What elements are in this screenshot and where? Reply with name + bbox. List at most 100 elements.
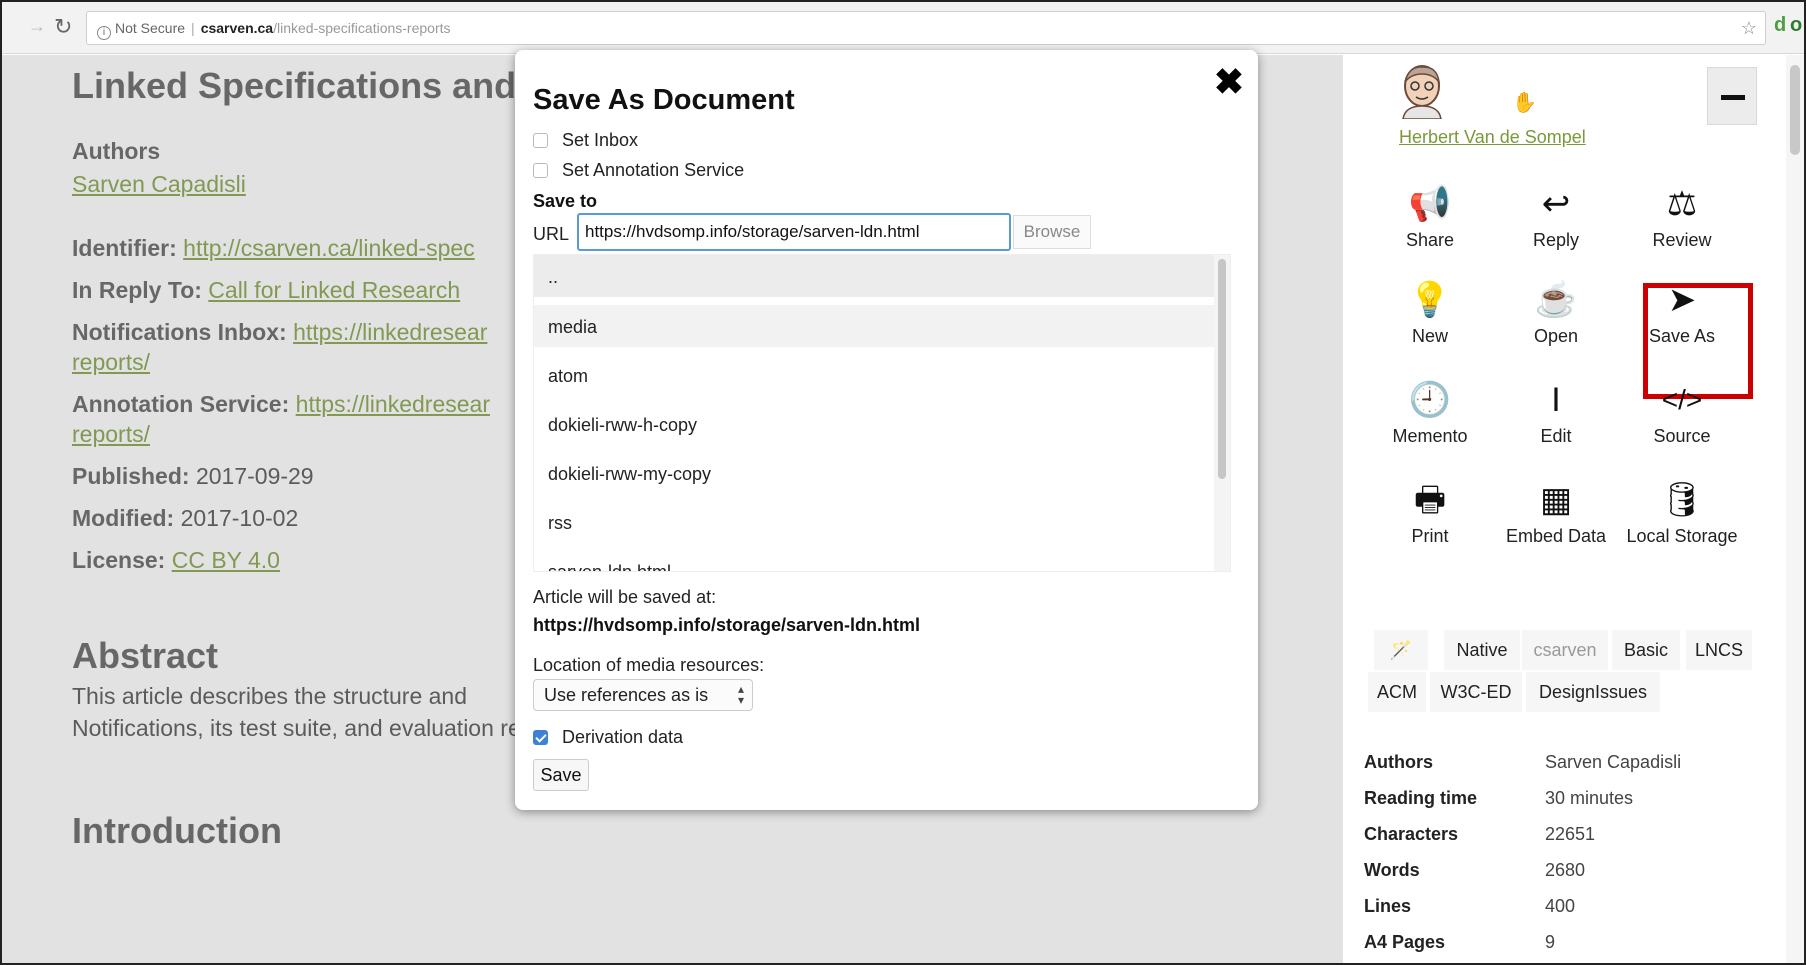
- print-button[interactable]: 🖶 Print: [1367, 478, 1493, 547]
- notifications-link[interactable]: https://linkedresear: [293, 319, 487, 345]
- balance-scale-icon: ⚖: [1666, 185, 1698, 223]
- in-reply-to-link[interactable]: Call for Linked Research: [208, 277, 460, 303]
- abstract-line-1: This article describes the structure and: [72, 683, 468, 709]
- magic-wand-icon[interactable]: 🪄: [1374, 630, 1428, 670]
- list-item[interactable]: rss: [534, 501, 1216, 543]
- save-to-heading: Save to: [533, 191, 598, 211]
- printer-icon: 🖶: [1413, 481, 1447, 519]
- memento-button[interactable]: 🕘 Memento: [1367, 378, 1493, 447]
- extension-d-icon[interactable]: d: [1774, 14, 1786, 37]
- saved-at-value: https://hvdsomp.info/storage/sarven-ldn.…: [533, 615, 921, 635]
- notifications-label: Notifications Inbox:: [72, 319, 287, 345]
- info-icon[interactable]: i: [97, 26, 111, 40]
- set-annotation-option[interactable]: Set Annotation Service: [533, 160, 744, 181]
- print-label: Print: [1411, 526, 1449, 546]
- user-avatar[interactable]: [1397, 64, 1447, 119]
- reply-label: Reply: [1532, 230, 1580, 250]
- authors-heading: Authors: [72, 138, 161, 164]
- code-icon: </>: [1661, 384, 1703, 415]
- set-inbox-checkbox[interactable]: [533, 133, 548, 148]
- meta-key: Reading time: [1364, 788, 1478, 808]
- meta-value: Sarven Capadisli: [1545, 752, 1682, 772]
- saved-at-label: Article will be saved at:: [533, 587, 717, 607]
- new-button[interactable]: 💡 New: [1367, 278, 1493, 347]
- set-annotation-label: Set Annotation Service: [562, 160, 745, 180]
- reply-button[interactable]: ↩ Reply: [1493, 182, 1619, 251]
- set-inbox-option[interactable]: Set Inbox: [533, 130, 638, 151]
- list-item[interactable]: atom: [534, 354, 1216, 396]
- url-label: URL: [533, 224, 570, 244]
- tab-native[interactable]: Native: [1444, 630, 1520, 670]
- source-button[interactable]: </> Source: [1619, 378, 1745, 447]
- bookmark-star-icon[interactable]: ☆: [1741, 18, 1757, 39]
- list-item[interactable]: dokieli-rww-h-copy: [534, 403, 1216, 445]
- abstract-line-2: Notifications, its test suite, and evalu…: [72, 715, 579, 741]
- open-button[interactable]: ☕ Open: [1493, 278, 1619, 347]
- database-icon: 🛢: [1660, 481, 1704, 519]
- derivation-option[interactable]: Derivation data: [533, 727, 683, 748]
- author-link[interactable]: Sarven Capadisli: [72, 171, 246, 197]
- folder-list-scrollbar[interactable]: [1214, 255, 1230, 571]
- media-location-value: Use references as is: [544, 685, 709, 705]
- forward-icon[interactable]: →: [28, 16, 46, 37]
- hand-icon[interactable]: ✋: [1512, 90, 1537, 115]
- clock-icon: 🕘: [1408, 381, 1452, 419]
- local-storage-button[interactable]: 🛢 Local Storage: [1619, 478, 1745, 547]
- tab-designissues[interactable]: DesignIssues: [1526, 672, 1660, 712]
- close-icon[interactable]: ✖: [1209, 62, 1249, 102]
- list-item[interactable]: ..: [534, 255, 1216, 297]
- memento-label: Memento: [1392, 426, 1468, 446]
- meta-key: Characters: [1364, 824, 1459, 844]
- edit-button[interactable]: I Edit: [1493, 378, 1619, 447]
- address-bar[interactable]: i Not Secure | csarven.ca/linked-specificat…: [86, 11, 1766, 45]
- security-label: Not Secure: [115, 20, 186, 36]
- list-item[interactable]: dokieli-rww-my-copy: [534, 452, 1216, 494]
- user-name-link[interactable]: Herbert Van de Sompel: [1399, 127, 1586, 148]
- open-label: Open: [1533, 326, 1579, 346]
- meta-key: Authors: [1364, 752, 1433, 772]
- tab-w3c-ed[interactable]: W3C-ED: [1430, 672, 1522, 712]
- list-item[interactable]: media: [534, 305, 1216, 347]
- share-button[interactable]: 📢 Share: [1367, 182, 1493, 251]
- extension-o-icon[interactable]: o: [1790, 14, 1802, 37]
- license-label: License:: [72, 547, 166, 573]
- tab-csarven[interactable]: csarven: [1522, 630, 1608, 670]
- media-location-label: Location of media resources:: [533, 655, 765, 675]
- set-annotation-checkbox[interactable]: [533, 163, 548, 178]
- meta-value: 22651: [1545, 824, 1596, 844]
- megaphone-icon: 📢: [1408, 185, 1452, 223]
- tab-acm[interactable]: ACM: [1368, 672, 1426, 712]
- meta-key: Lines: [1364, 896, 1412, 916]
- annotation-link[interactable]: https://linkedresear: [296, 391, 490, 417]
- tab-lncs[interactable]: LNCS: [1686, 630, 1752, 670]
- sidebar-scrollbar[interactable]: [1786, 55, 1804, 963]
- modified-label: Modified:: [72, 505, 175, 531]
- new-label: New: [1411, 326, 1448, 346]
- meta-key: Words: [1364, 860, 1420, 880]
- published-value: 2017-09-29: [195, 463, 314, 489]
- url-input[interactable]: https://hvdsomp.info/storage/sarven-ldn.…: [577, 213, 1011, 251]
- select-arrows-icon: ▴ ▾: [737, 682, 744, 707]
- browser-window: → ↻ i Not Secure | csarven.ca/linked-specif…: [0, 0, 1806, 965]
- notifications-link-cont[interactable]: reports/: [72, 349, 150, 375]
- media-location-select[interactable]: Use references as is ▴ ▾: [533, 679, 753, 711]
- tab-basic[interactable]: Basic: [1612, 630, 1680, 670]
- derivation-checkbox[interactable]: [533, 730, 548, 745]
- identifier-link[interactable]: http://csarven.ca/linked-spec: [183, 235, 474, 261]
- save-button[interactable]: Save: [533, 759, 589, 791]
- minimize-button[interactable]: [1707, 67, 1757, 125]
- meta-value: 2680: [1545, 860, 1586, 880]
- review-button[interactable]: ⚖ Review: [1619, 182, 1745, 251]
- embed-data-button[interactable]: ▦ Embed Data: [1493, 478, 1619, 547]
- license-link[interactable]: CC BY 4.0: [172, 547, 280, 573]
- local-storage-label: Local Storage: [1626, 526, 1738, 546]
- reload-icon[interactable]: ↻: [54, 14, 72, 40]
- list-item[interactable]: sarven-ldn.html: [534, 550, 1216, 571]
- meta-key: A4 Pages: [1364, 932, 1446, 952]
- browse-button[interactable]: Browse: [1013, 215, 1091, 249]
- meta-value: 9: [1545, 932, 1556, 952]
- annotation-link-cont[interactable]: reports/: [72, 421, 150, 447]
- folder-list[interactable]: .. media atom dokieli-rww-h-copy dokieli…: [533, 254, 1231, 572]
- text-cursor-icon: I: [1551, 381, 1561, 419]
- identifier-label: Identifier:: [72, 235, 177, 261]
